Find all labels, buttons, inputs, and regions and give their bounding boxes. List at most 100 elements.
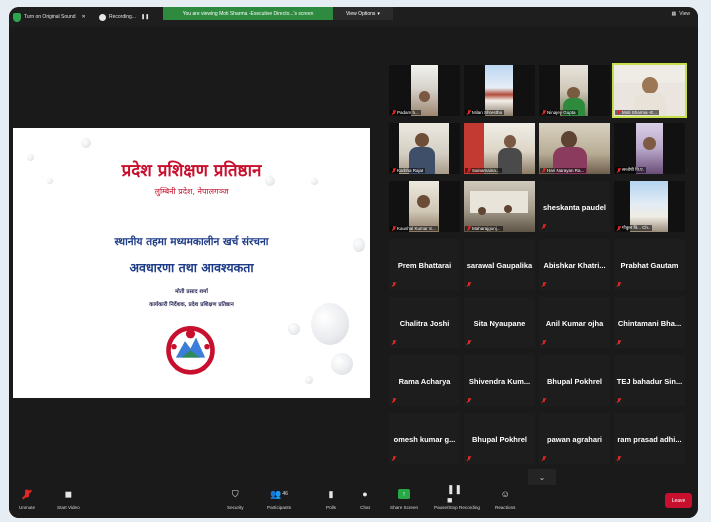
mic-muted-icon bbox=[392, 398, 396, 403]
participant-tile[interactable]: sheskanta paudel bbox=[539, 181, 610, 232]
pause-stop-icon: ❚❚ ■ bbox=[446, 483, 463, 505]
participant-name: Chintamani Bha... bbox=[617, 319, 682, 328]
participant-name: Chalitra Joshi bbox=[399, 319, 450, 328]
participant-tile[interactable]: Maharajgunj... bbox=[464, 181, 535, 232]
participant-name: Kaushal Kumar S... bbox=[397, 226, 436, 231]
start-video-label: Start Video bbox=[57, 505, 80, 510]
participants-button[interactable]: 👥 46 Participants bbox=[267, 488, 291, 511]
participant-name: सन्तोषी पि.ए. bbox=[622, 167, 644, 172]
participant-tile[interactable]: Bhupal Pokhrel bbox=[464, 413, 535, 464]
mic-muted-icon bbox=[617, 340, 621, 345]
participant-name: Maharajgunj... bbox=[472, 226, 501, 231]
mic-muted-icon bbox=[467, 456, 471, 461]
video-off-icon: ◼ bbox=[64, 488, 73, 499]
participant-tile[interactable]: Chintamani Bha... bbox=[614, 297, 685, 348]
reactions-button[interactable]: ☺ Reactions bbox=[495, 488, 515, 510]
mic-muted-icon bbox=[467, 398, 471, 403]
water-drop bbox=[331, 353, 353, 375]
polls-label: Polls bbox=[326, 505, 336, 510]
participant-tile[interactable]: Milan Shrestha bbox=[464, 65, 535, 116]
participant-tile[interactable]: गोकुल वि... Ch.. bbox=[614, 181, 685, 232]
mic-muted-icon bbox=[542, 168, 546, 173]
participant-tile-active-speaker[interactable]: Moti Sharma -E... bbox=[612, 63, 687, 118]
pause-stop-recording-button[interactable]: ❚❚ ■ Pause/Stop Recording bbox=[434, 483, 480, 511]
participant-tile[interactable]: Rama Acharya bbox=[389, 355, 460, 406]
original-sound-button[interactable]: Turn on Original Sound ✕ bbox=[9, 10, 86, 24]
mic-muted-icon bbox=[392, 110, 396, 115]
meeting-toolbar: Unmute ◼ Start Video ⛉ Security 👥 46 Part… bbox=[9, 483, 698, 518]
mic-muted-icon bbox=[617, 110, 621, 115]
participant-tile[interactable]: Padam b... bbox=[389, 65, 460, 116]
participant-tile[interactable]: Anil Kumar ojha bbox=[539, 297, 610, 348]
participant-tile[interactable]: sarawal Gaupalika bbox=[464, 239, 535, 290]
view-options-button[interactable]: View Options ▾ bbox=[333, 7, 393, 20]
participant-tile[interactable]: Karbha Rajat bbox=[389, 123, 460, 174]
mic-muted-icon bbox=[617, 456, 621, 461]
recording-control-label: Pause/Stop Recording bbox=[434, 505, 480, 510]
participant-name: sheskanta paudel bbox=[543, 203, 606, 212]
participant-name: गोकुल वि... Ch.. bbox=[622, 225, 651, 230]
participant-tile[interactable]: Shivendra Kum... bbox=[464, 355, 535, 406]
leave-button[interactable]: Leave bbox=[665, 493, 692, 508]
nepal-emblem-icon bbox=[166, 326, 215, 375]
participant-tile[interactable]: Prabhat Gautam bbox=[614, 239, 685, 290]
participant-name: Rama Acharya bbox=[398, 377, 451, 386]
participant-tile[interactable]: Abishkar Khatri... bbox=[539, 239, 610, 290]
mic-muted-icon bbox=[21, 488, 33, 500]
close-icon[interactable]: ✕ bbox=[82, 14, 86, 20]
participant-tile[interactable]: pawan agrahari bbox=[539, 413, 610, 464]
security-label: Security bbox=[227, 505, 244, 510]
participant-name: Padam b... bbox=[397, 110, 419, 115]
reactions-label: Reactions bbox=[495, 505, 516, 510]
mic-muted-icon bbox=[542, 110, 546, 115]
next-page-chevron-down-icon[interactable]: ⌄ bbox=[528, 469, 556, 486]
participant-tile[interactable]: Bhupal Pokhrel bbox=[539, 355, 610, 406]
participant-tile[interactable]: सन्तोषी पि.ए. bbox=[614, 123, 685, 174]
mic-muted-icon bbox=[392, 226, 396, 231]
participant-tile[interactable]: Chalitra Joshi bbox=[389, 297, 460, 348]
participant-tile[interactable]: Sainamaina... bbox=[464, 123, 535, 174]
shield-icon bbox=[13, 12, 21, 22]
participant-name: Ninajey Gupta bbox=[547, 110, 576, 115]
water-drop bbox=[311, 303, 349, 345]
participant-tile[interactable]: Prem Bhattarai bbox=[389, 239, 460, 290]
slide-presenter: मोती प्रसाद शर्मा bbox=[175, 289, 208, 295]
participant-tile[interactable]: Sita Nyaupane bbox=[464, 297, 535, 348]
polls-button[interactable]: ▮ Polls bbox=[325, 488, 337, 511]
grid-icon: ▦ bbox=[671, 11, 677, 17]
view-button[interactable]: ▦ View bbox=[672, 11, 690, 17]
leave-label: Leave bbox=[671, 497, 686, 504]
participant-tile[interactable]: TEJ bahadur Sin... bbox=[614, 355, 685, 406]
slide-presenter-role: कार्यकारी निर्देशक, प्रदेश प्रशिक्षण प्र… bbox=[149, 302, 234, 308]
participant-tile[interactable]: ram prasad adhi... bbox=[614, 413, 685, 464]
participant-name: Anil Kumar ojha bbox=[545, 319, 604, 328]
mic-muted-icon bbox=[392, 456, 396, 461]
chat-button[interactable]: ● Chat bbox=[359, 488, 371, 510]
water-drop bbox=[81, 138, 91, 148]
share-screen-button[interactable]: ↑ Share Screen bbox=[390, 488, 418, 510]
participant-name: Abishkar Khatri... bbox=[543, 261, 606, 270]
view-options-label: View Options bbox=[346, 10, 376, 17]
top-bar: Turn on Original Sound ✕ Recording... ❚❚… bbox=[9, 7, 698, 27]
participant-name: omesh kumar g... bbox=[393, 435, 456, 444]
start-video-button[interactable]: ◼ Start Video bbox=[57, 488, 80, 511]
participant-tile[interactable]: Ninajey Gupta bbox=[539, 65, 610, 116]
participant-name: TEJ bahadur Sin... bbox=[616, 377, 683, 386]
security-button[interactable]: ⛉ Security bbox=[227, 488, 244, 511]
screen-share-notice-text: You are viewing Moti Sharma -Executive D… bbox=[182, 10, 314, 17]
chevron-down-icon: ▾ bbox=[377, 10, 380, 17]
smiley-icon: ☺ bbox=[500, 489, 510, 499]
participant-tile[interactable]: Hari Narayan Ra... bbox=[539, 123, 610, 174]
pause-icon[interactable]: ❚❚ bbox=[141, 14, 149, 20]
unmute-button[interactable]: Unmute bbox=[19, 488, 35, 510]
view-label: View bbox=[679, 11, 690, 17]
recording-indicator[interactable]: Recording... ❚❚ bbox=[99, 10, 149, 24]
participant-tile[interactable]: omesh kumar g... bbox=[389, 413, 460, 464]
slide-title: प्रदेश प्रशिक्षण प्रतिष्ठान bbox=[121, 161, 262, 181]
mic-muted-icon bbox=[467, 340, 471, 345]
mic-muted-icon bbox=[542, 456, 546, 461]
mic-muted-icon bbox=[467, 168, 471, 173]
slide-subtitle: लुम्बिनी प्रदेश, नेपालगञ्ज bbox=[154, 187, 229, 196]
participant-tile[interactable]: Kaushal Kumar S... bbox=[389, 181, 460, 232]
participants-count: 46 bbox=[282, 491, 288, 497]
